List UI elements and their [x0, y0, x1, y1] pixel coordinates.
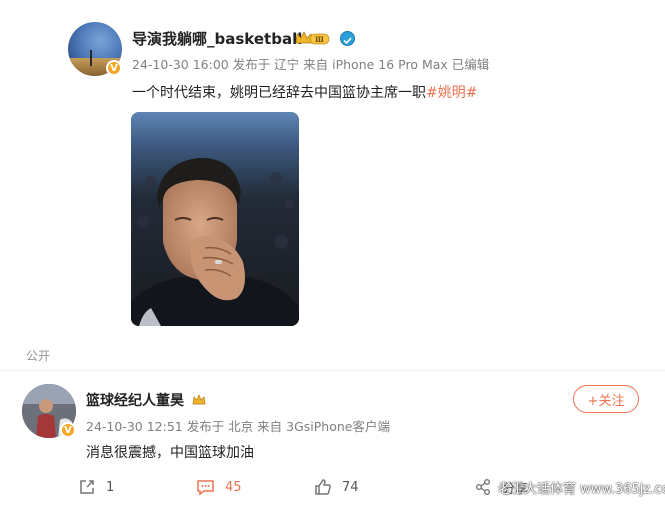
- post-text: 一个时代结束，姚明已经辞去中国篮协主席一职#姚明#: [132, 82, 477, 102]
- comment-text: 消息很震撼，中国篮球加油: [86, 445, 254, 461]
- author-username[interactable]: 导演我躺哪_basketball: [132, 28, 302, 49]
- crown-icon: [192, 394, 206, 405]
- visibility-label: 公开: [26, 349, 51, 363]
- repost-button[interactable]: 1: [78, 472, 114, 502]
- post-image[interactable]: [131, 112, 299, 326]
- hashtag-link[interactable]: #姚明#: [426, 85, 477, 101]
- post-meta: 24-10-30 16:00 发布于 辽宁 来自 iPhone 16 Pro M…: [132, 57, 490, 72]
- commenter-name-text: 篮球经纪人董昊: [86, 393, 184, 409]
- repost-count: 1: [106, 479, 115, 495]
- level-badge-text: Ⅲ: [315, 35, 324, 44]
- crown-icon: Ⅲ: [295, 31, 330, 45]
- comment-icon: [197, 480, 214, 496]
- v-badge-icon: V: [60, 422, 76, 438]
- post-body: 一个时代结束，姚明已经辞去中国篮协主席一职: [132, 85, 426, 101]
- commenter-username[interactable]: 篮球经纪人董昊: [86, 390, 206, 410]
- comment-count: 45: [225, 479, 242, 495]
- weibo-post: V 导演我躺哪_basketball Ⅲ 24-10-30 16:00 发布于 …: [0, 0, 665, 345]
- divider: [0, 370, 665, 371]
- share-icon: [476, 479, 490, 495]
- watermark-text: 老王大话体育 www.365jz.com: [498, 482, 665, 497]
- comment-meta: 24-10-30 12:51 发布于 北京 来自 3GsiPhone客户端: [86, 419, 390, 434]
- comment-button[interactable]: 45: [196, 472, 242, 502]
- follow-button[interactable]: +关注: [573, 385, 639, 413]
- like-icon: [315, 479, 331, 495]
- repost-icon: [80, 480, 94, 494]
- blue-verify-icon: [340, 31, 355, 46]
- v-badge-icon: V: [106, 60, 122, 76]
- like-button[interactable]: 74: [314, 472, 359, 502]
- like-count: 74: [342, 479, 359, 495]
